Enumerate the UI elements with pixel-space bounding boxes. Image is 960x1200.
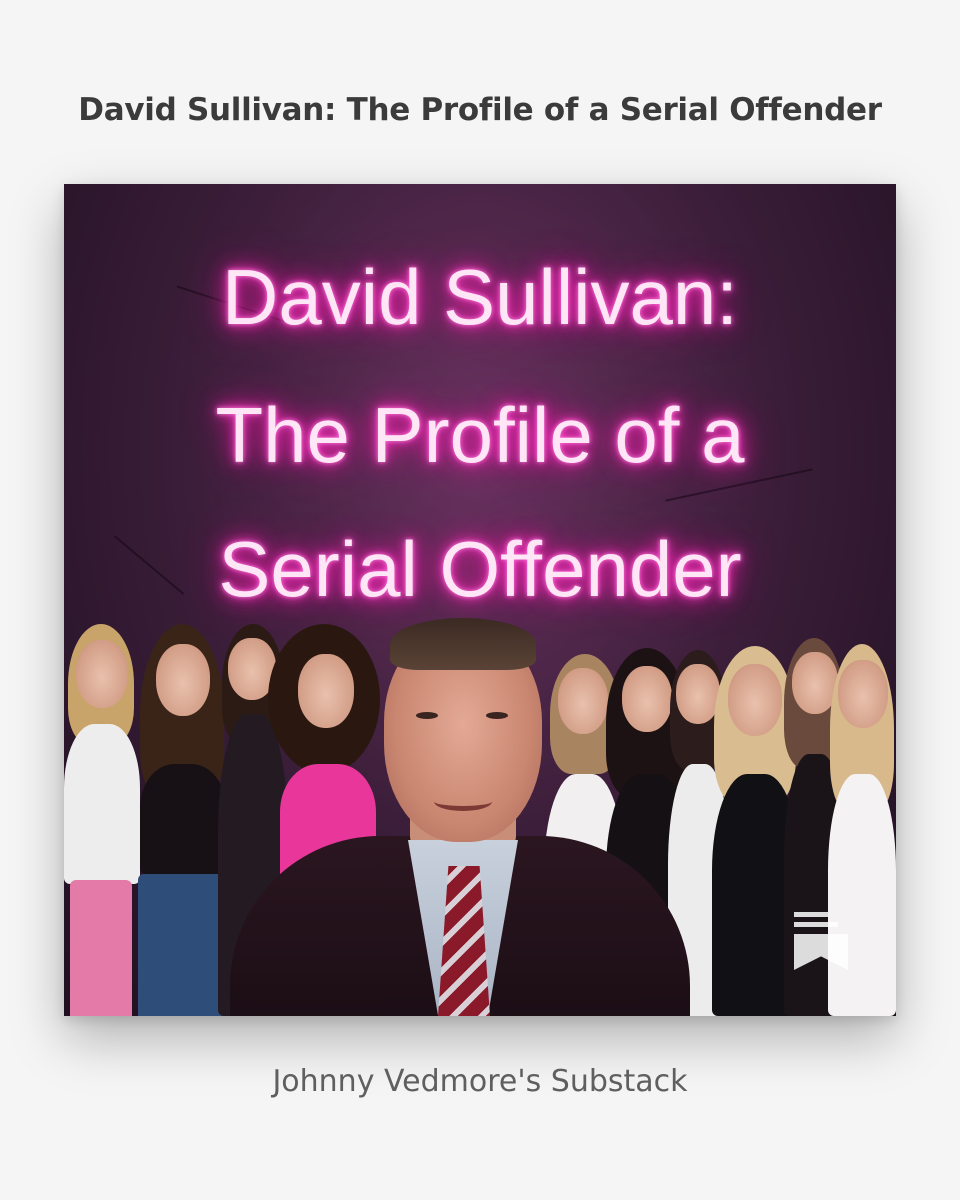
neon-sign-line: The Profile of a <box>215 391 745 479</box>
publication-name[interactable]: Johnny Vedmore's Substack <box>0 1064 960 1099</box>
substack-bookmark-icon <box>794 912 848 970</box>
eye <box>486 712 508 719</box>
post-title[interactable]: David Sullivan: The Profile of a Serial … <box>0 92 960 128</box>
cover-image[interactable]: David Sullivan: The Profile of a Serial … <box>64 184 896 1016</box>
smile <box>434 792 492 811</box>
hair <box>390 618 536 670</box>
neon-sign-line: David Sullivan: <box>222 253 738 341</box>
eye <box>416 712 438 719</box>
neon-sign-line: Serial Offender <box>218 525 742 613</box>
man-portrait <box>220 614 700 1016</box>
